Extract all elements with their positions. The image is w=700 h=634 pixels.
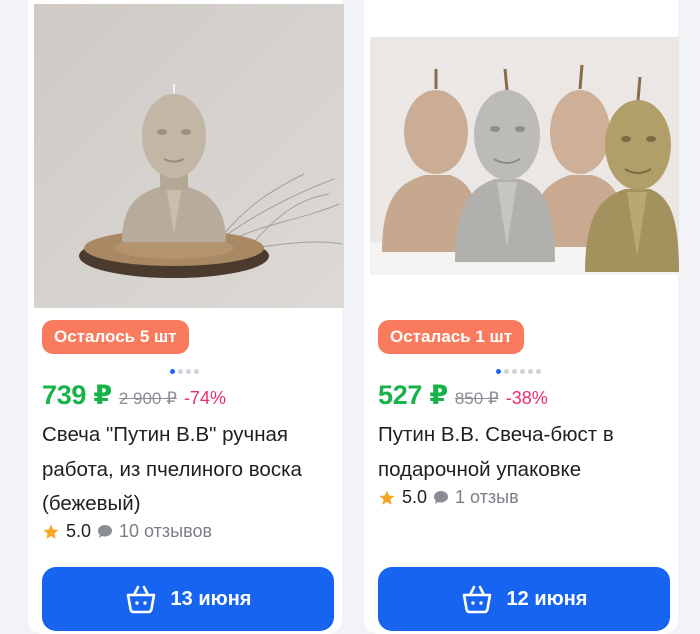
old-price: 850 ₽: [454, 389, 499, 408]
current-price: 527 ₽: [378, 380, 448, 410]
pagination-dot[interactable]: [528, 369, 533, 374]
comment-icon: [434, 491, 449, 504]
bust-candle-image: [34, 4, 344, 308]
image-pagination[interactable]: [496, 369, 541, 377]
star-icon: [379, 490, 395, 505]
product-card[interactable]: Осталось 5 шт 739 ₽ 2 900 ₽ -74% Свеча "…: [28, 0, 344, 634]
rating-row[interactable]: 5.0 1 отзыв: [378, 487, 519, 508]
pagination-dot[interactable]: [170, 369, 175, 374]
reviews-count: 1 отзыв: [455, 487, 519, 507]
basket-icon: [126, 585, 155, 614]
price-row: 739 ₽ 2 900 ₽ -74%: [42, 380, 226, 411]
add-to-cart-button[interactable]: 13 июня: [42, 567, 334, 631]
reviews-count: 10 отзывов: [119, 521, 213, 541]
star-icon: [43, 524, 59, 539]
stock-badge: Осталась 1 шт: [378, 320, 525, 354]
product-image[interactable]: [370, 37, 679, 275]
delivery-date: 13 июня: [170, 587, 252, 610]
product-title[interactable]: Путин В.В. Свеча-бюст в подарочной упако…: [378, 418, 670, 487]
pagination-dot[interactable]: [504, 369, 509, 374]
pagination-dot[interactable]: [496, 369, 501, 374]
pagination-dot[interactable]: [536, 369, 541, 374]
product-card[interactable]: Осталась 1 шт 527 ₽ 850 ₽ -38% Путин В.В…: [364, 0, 679, 634]
delivery-date: 12 июня: [506, 587, 588, 610]
pagination-dot[interactable]: [512, 369, 517, 374]
add-to-cart-button[interactable]: 12 июня: [378, 567, 670, 631]
discount-percent: -38%: [505, 388, 548, 408]
product-title[interactable]: Свеча "Путин В.В" ручная работа, из пчел…: [42, 418, 334, 522]
stock-badge: Осталось 5 шт: [42, 320, 189, 354]
product-image[interactable]: [34, 4, 344, 308]
pagination-dot[interactable]: [178, 369, 183, 374]
comment-icon: [98, 525, 113, 538]
basket-icon: [462, 585, 491, 614]
image-pagination[interactable]: [170, 369, 199, 377]
pagination-dot[interactable]: [194, 369, 199, 374]
price-row: 527 ₽ 850 ₽ -38%: [378, 380, 548, 411]
discount-percent: -74%: [183, 388, 226, 408]
bust-candles-image: [370, 37, 679, 275]
current-price: 739 ₽: [42, 380, 112, 410]
pagination-dot[interactable]: [186, 369, 191, 374]
rating-value: 5.0: [66, 521, 92, 541]
rating-value: 5.0: [402, 487, 428, 507]
pagination-dot[interactable]: [520, 369, 525, 374]
rating-row[interactable]: 5.0 10 отзывов: [42, 521, 212, 542]
old-price: 2 900 ₽: [118, 389, 177, 408]
